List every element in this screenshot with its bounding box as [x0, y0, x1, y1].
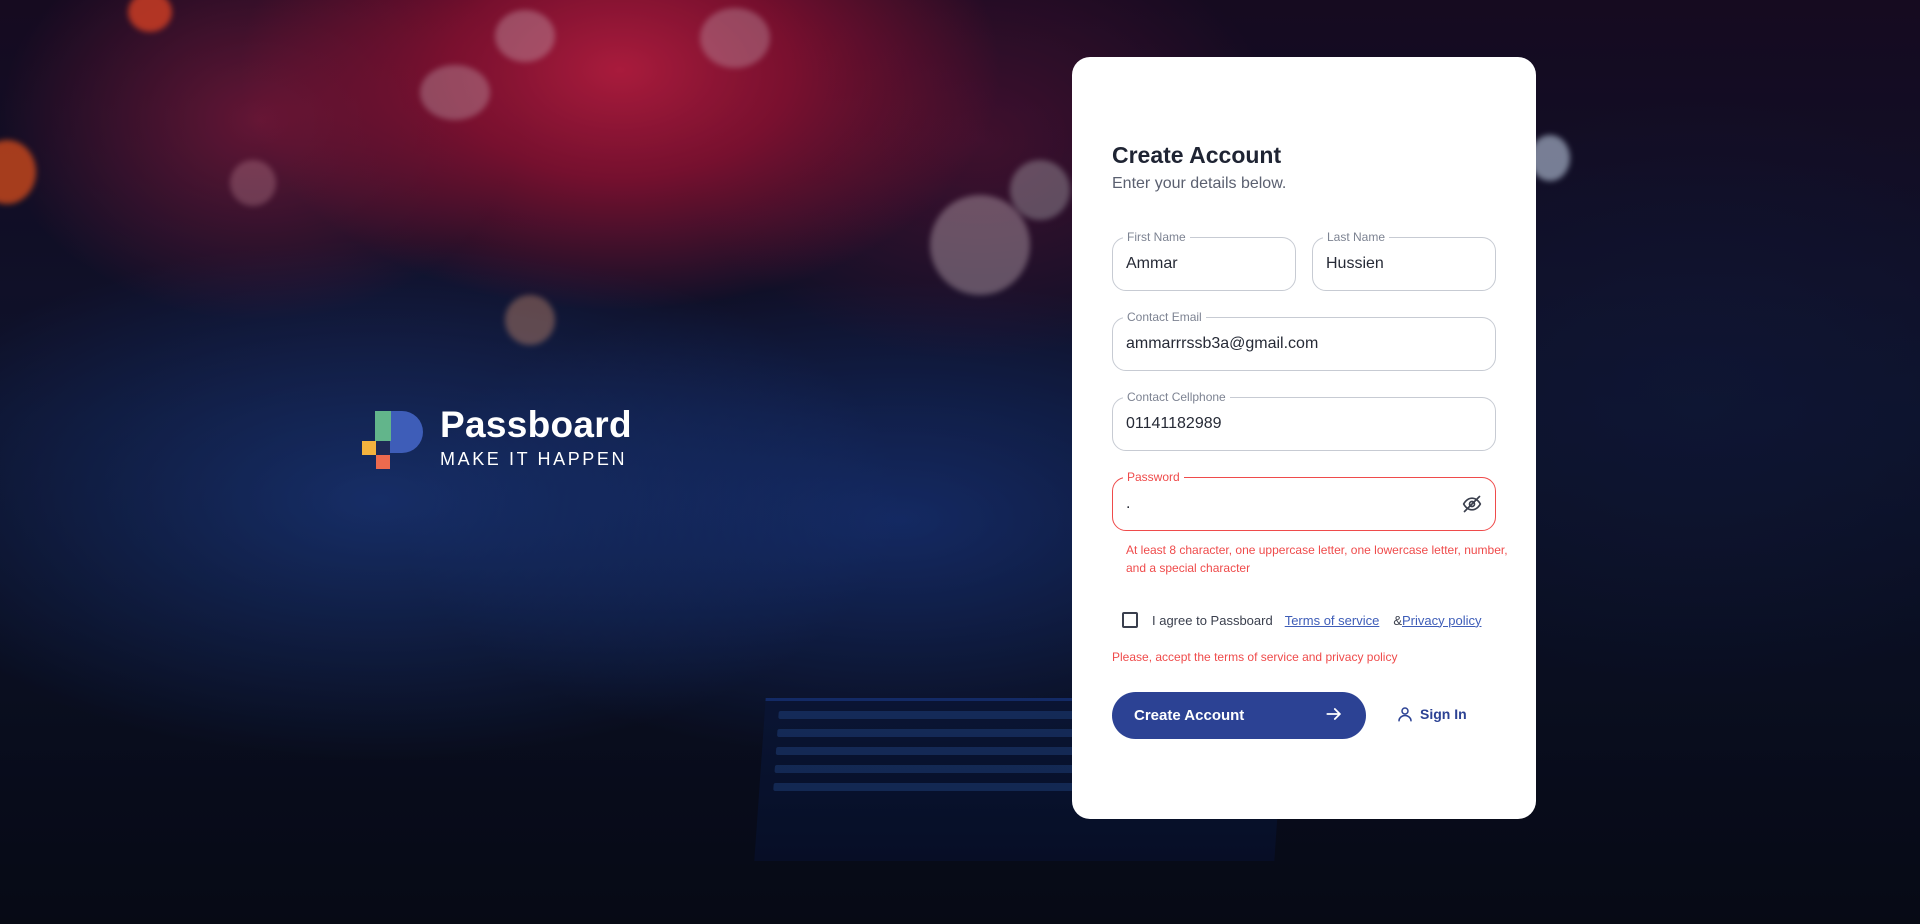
- background-image: [0, 0, 1920, 924]
- brand-tagline: MAKE IT HAPPEN: [440, 449, 628, 469]
- password-error: At least 8 character, one uppercase lett…: [1126, 543, 1508, 575]
- email-field[interactable]: Contact Email: [1112, 310, 1496, 371]
- terms-of-service-link[interactable]: Terms of service: [1285, 613, 1380, 628]
- brand-logo: Passboard MAKE IT HAPPEN: [360, 405, 632, 470]
- create-account-card: Create Account Enter your details below.…: [1072, 57, 1536, 819]
- password-field[interactable]: Password: [1112, 470, 1496, 531]
- page-subtitle: Enter your details below.: [1112, 175, 1287, 192]
- user-icon: [1398, 707, 1412, 722]
- terms-error: Please, accept the terms of service and …: [1112, 650, 1398, 664]
- arrow-right-icon: [1324, 704, 1344, 728]
- eye-off-icon[interactable]: [1461, 494, 1483, 514]
- privacy-policy-link[interactable]: Privacy policy: [1402, 613, 1481, 628]
- sign-in-link[interactable]: Sign In: [1396, 705, 1467, 723]
- email-input[interactable]: [1126, 318, 1448, 370]
- agree-text: I agree to Passboard: [1152, 612, 1273, 628]
- terms-checkbox[interactable]: [1122, 612, 1138, 628]
- phone-field[interactable]: Contact Cellphone: [1112, 390, 1496, 451]
- brand-name: Passboard: [440, 404, 632, 445]
- sign-in-label: Sign In: [1420, 706, 1467, 722]
- page-title: Create Account: [1112, 142, 1282, 168]
- terms-agreement: I agree to Passboard Terms of service & P…: [1122, 612, 1481, 628]
- passboard-logo-icon: [360, 407, 426, 469]
- create-account-button[interactable]: Create Account: [1112, 692, 1366, 739]
- create-account-label: Create Account: [1134, 707, 1245, 724]
- first-name-input[interactable]: [1126, 238, 1248, 290]
- last-name-field[interactable]: Last Name: [1312, 230, 1496, 291]
- phone-input[interactable]: [1126, 398, 1448, 450]
- last-name-input[interactable]: [1326, 238, 1448, 290]
- password-input[interactable]: [1126, 478, 1448, 530]
- first-name-field[interactable]: First Name: [1112, 230, 1296, 291]
- ampersand: &: [1393, 612, 1403, 628]
